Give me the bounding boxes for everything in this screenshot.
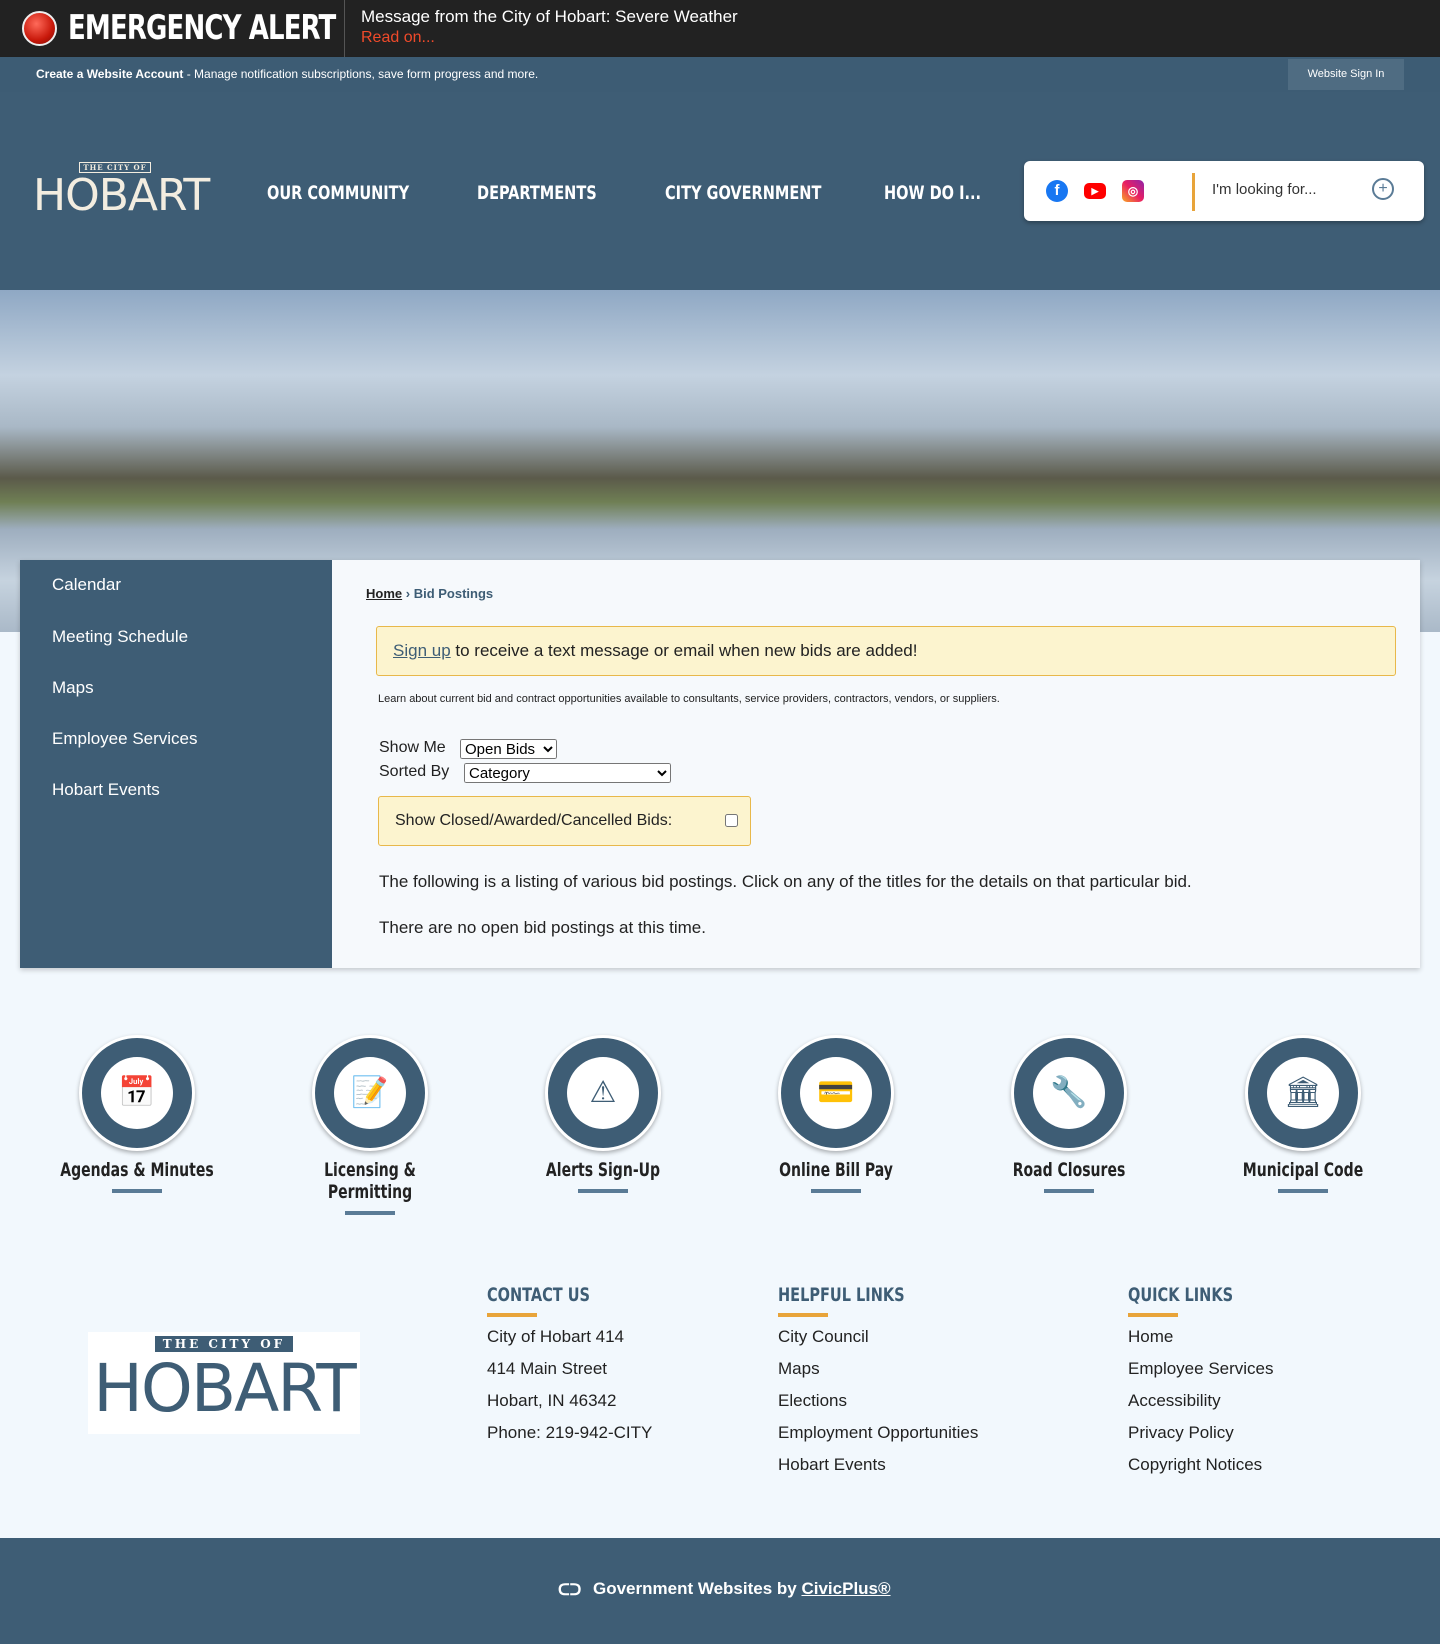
show-me-select[interactable]: Open Bids — [460, 739, 557, 759]
show-me-label: Show Me — [379, 739, 446, 756]
page-description: Learn about current bid and contract opp… — [378, 693, 1000, 705]
underline — [112, 1189, 162, 1193]
site-header: THE CITY OF HOBART OUR COMMUNITY DEPARTM… — [0, 92, 1440, 290]
underline — [1128, 1313, 1178, 1317]
search-input[interactable]: I'm looking for... — [1212, 181, 1317, 198]
instagram-icon[interactable]: ◎ — [1122, 180, 1144, 202]
alert-icon — [22, 11, 57, 46]
signup-notice: Sign up to receive a text message or ema… — [376, 626, 1396, 676]
tile-label: Road Closures — [1012, 1159, 1126, 1181]
footer-link[interactable]: City Council — [778, 1327, 869, 1347]
warning-icon: ⚠ — [567, 1057, 639, 1129]
read-on-link[interactable]: Read on... — [361, 29, 435, 47]
tile-label: Alerts Sign-Up — [545, 1159, 661, 1181]
logo-text: HOBART — [33, 170, 210, 221]
sorted-by-select[interactable]: Category — [464, 763, 671, 783]
building-icon: 🏛 — [1267, 1057, 1339, 1129]
show-closed-label: Show Closed/Awarded/Cancelled Bids: — [395, 812, 673, 829]
tile-label: Municipal Code — [1242, 1159, 1364, 1181]
sign-up-link[interactable]: Sign up — [393, 641, 451, 660]
nav-city-government[interactable]: CITY GOVERNMENT — [665, 182, 821, 204]
sidebar-item-hobart-events[interactable]: Hobart Events — [52, 780, 160, 800]
sidebar-item-meeting-schedule[interactable]: Meeting Schedule — [52, 627, 188, 647]
footer-link[interactable]: Accessibility — [1128, 1391, 1221, 1411]
search-icon[interactable]: + — [1372, 178, 1394, 200]
tile-alerts-signup[interactable]: ⚠ Alerts Sign-Up — [503, 1035, 703, 1193]
divider — [344, 0, 345, 57]
create-account-link[interactable]: Create a Website Account — [36, 67, 183, 81]
sorted-by-label: Sorted By — [379, 763, 450, 780]
footer-link[interactable]: Home — [1128, 1327, 1173, 1347]
breadcrumb-current: Bid Postings — [413, 586, 494, 601]
sidebar-item-employee-services[interactable]: Employee Services — [52, 729, 198, 749]
tile-agendas-minutes[interactable]: 📅 Agendas & Minutes — [37, 1035, 237, 1193]
footer-link[interactable]: Maps — [778, 1359, 820, 1379]
logo-text: HOBART — [93, 1350, 356, 1427]
youtube-icon[interactable]: ▶ — [1084, 183, 1106, 199]
tile-municipal-code[interactable]: 🏛 Municipal Code — [1203, 1035, 1403, 1193]
footer-link[interactable]: Elections — [778, 1391, 847, 1411]
breadcrumb: Home › Bid Postings — [366, 586, 493, 601]
calendar-search-icon: 📅 — [101, 1057, 173, 1129]
breadcrumb-home[interactable]: Home — [366, 586, 402, 601]
contact-heading: CONTACT US — [487, 1284, 590, 1306]
underline — [1278, 1189, 1328, 1193]
search-box: f ▶ ◎ I'm looking for... + — [1024, 161, 1424, 221]
nav-our-community[interactable]: OUR COMMUNITY — [267, 182, 409, 204]
contact-line: 414 Main Street — [487, 1359, 608, 1378]
footer-link[interactable]: Privacy Policy — [1128, 1423, 1234, 1443]
account-description: - Manage notification subscriptions, sav… — [183, 67, 539, 81]
underline — [345, 1211, 395, 1215]
footer-link[interactable]: Employee Services — [1128, 1359, 1274, 1379]
underline — [578, 1189, 628, 1193]
listing-text: The following is a listing of various bi… — [379, 872, 1192, 891]
tile-road-closures[interactable]: 🔧 Road Closures — [969, 1035, 1169, 1193]
underline — [778, 1313, 828, 1317]
sign-in-button[interactable]: Website Sign In — [1288, 59, 1404, 90]
account-bar: Create a Website Account - Manage notifi… — [0, 57, 1440, 92]
contact-line: Phone: 219-942-CITY — [487, 1423, 653, 1442]
nav-how-do-i[interactable]: HOW DO I... — [884, 182, 981, 204]
facebook-icon[interactable]: f — [1046, 180, 1068, 202]
sidebar-item-calendar[interactable]: Calendar — [52, 575, 121, 595]
notice-text: to receive a text message or email when … — [450, 641, 918, 660]
civicplus-icon: ᑕᑐ — [558, 1582, 582, 1599]
contact-line: City of Hobart 414 — [487, 1327, 625, 1346]
footer-link[interactable]: Copyright Notices — [1128, 1455, 1262, 1475]
credit-text: Government Websites by — [593, 1579, 802, 1598]
emergency-alert-bar: EMERGENCY ALERT Message from the City of… — [0, 0, 1440, 57]
footer-logo: THE CITY OF HOBART — [88, 1332, 360, 1434]
divider — [1192, 173, 1195, 211]
empty-text: There are no open bid postings at this t… — [379, 918, 706, 937]
breadcrumb-separator: › — [402, 586, 414, 601]
underline — [1044, 1189, 1094, 1193]
sidebar: Calendar Meeting Schedule Maps Employee … — [20, 560, 332, 968]
alert-message[interactable]: Message from the City of Hobart: Severe … — [361, 7, 738, 27]
footer-link[interactable]: Hobart Events — [778, 1455, 886, 1475]
quick-links-heading: QUICK LINKS — [1128, 1284, 1234, 1306]
tile-label: Agendas & Minutes — [60, 1159, 214, 1181]
underline — [487, 1313, 537, 1317]
notepad-icon: 📝 — [334, 1057, 406, 1129]
show-closed-box: Show Closed/Awarded/Cancelled Bids: — [378, 796, 751, 846]
contact-line: Hobart, IN 46342 — [487, 1391, 617, 1410]
helpful-links-heading: HELPFUL LINKS — [778, 1284, 905, 1306]
show-closed-checkbox[interactable] — [725, 814, 738, 827]
alert-title: EMERGENCY ALERT — [68, 8, 336, 48]
site-logo[interactable]: THE CITY OF HOBART — [33, 162, 210, 221]
tile-label: Licensing & Permitting — [324, 1159, 416, 1203]
underline — [811, 1189, 861, 1193]
tile-online-bill-pay[interactable]: 💳 Online Bill Pay — [736, 1035, 936, 1193]
credit-card-icon: 💳 — [800, 1057, 872, 1129]
bottom-bar: ᑕᑐ Government Websites by CivicPlus® — [0, 1538, 1440, 1644]
content-panel: Calendar Meeting Schedule Maps Employee … — [20, 560, 1420, 968]
wrench-icon: 🔧 — [1033, 1057, 1105, 1129]
tile-label: Online Bill Pay — [779, 1159, 893, 1181]
main-content: Home › Bid Postings Sign up to receive a… — [332, 560, 1420, 968]
nav-departments[interactable]: DEPARTMENTS — [477, 182, 597, 204]
sidebar-item-maps[interactable]: Maps — [52, 678, 94, 698]
civicplus-link[interactable]: CivicPlus® — [801, 1579, 890, 1598]
tile-licensing-permitting[interactable]: 📝 Licensing & Permitting — [270, 1035, 470, 1215]
footer-link[interactable]: Employment Opportunities — [778, 1423, 978, 1443]
